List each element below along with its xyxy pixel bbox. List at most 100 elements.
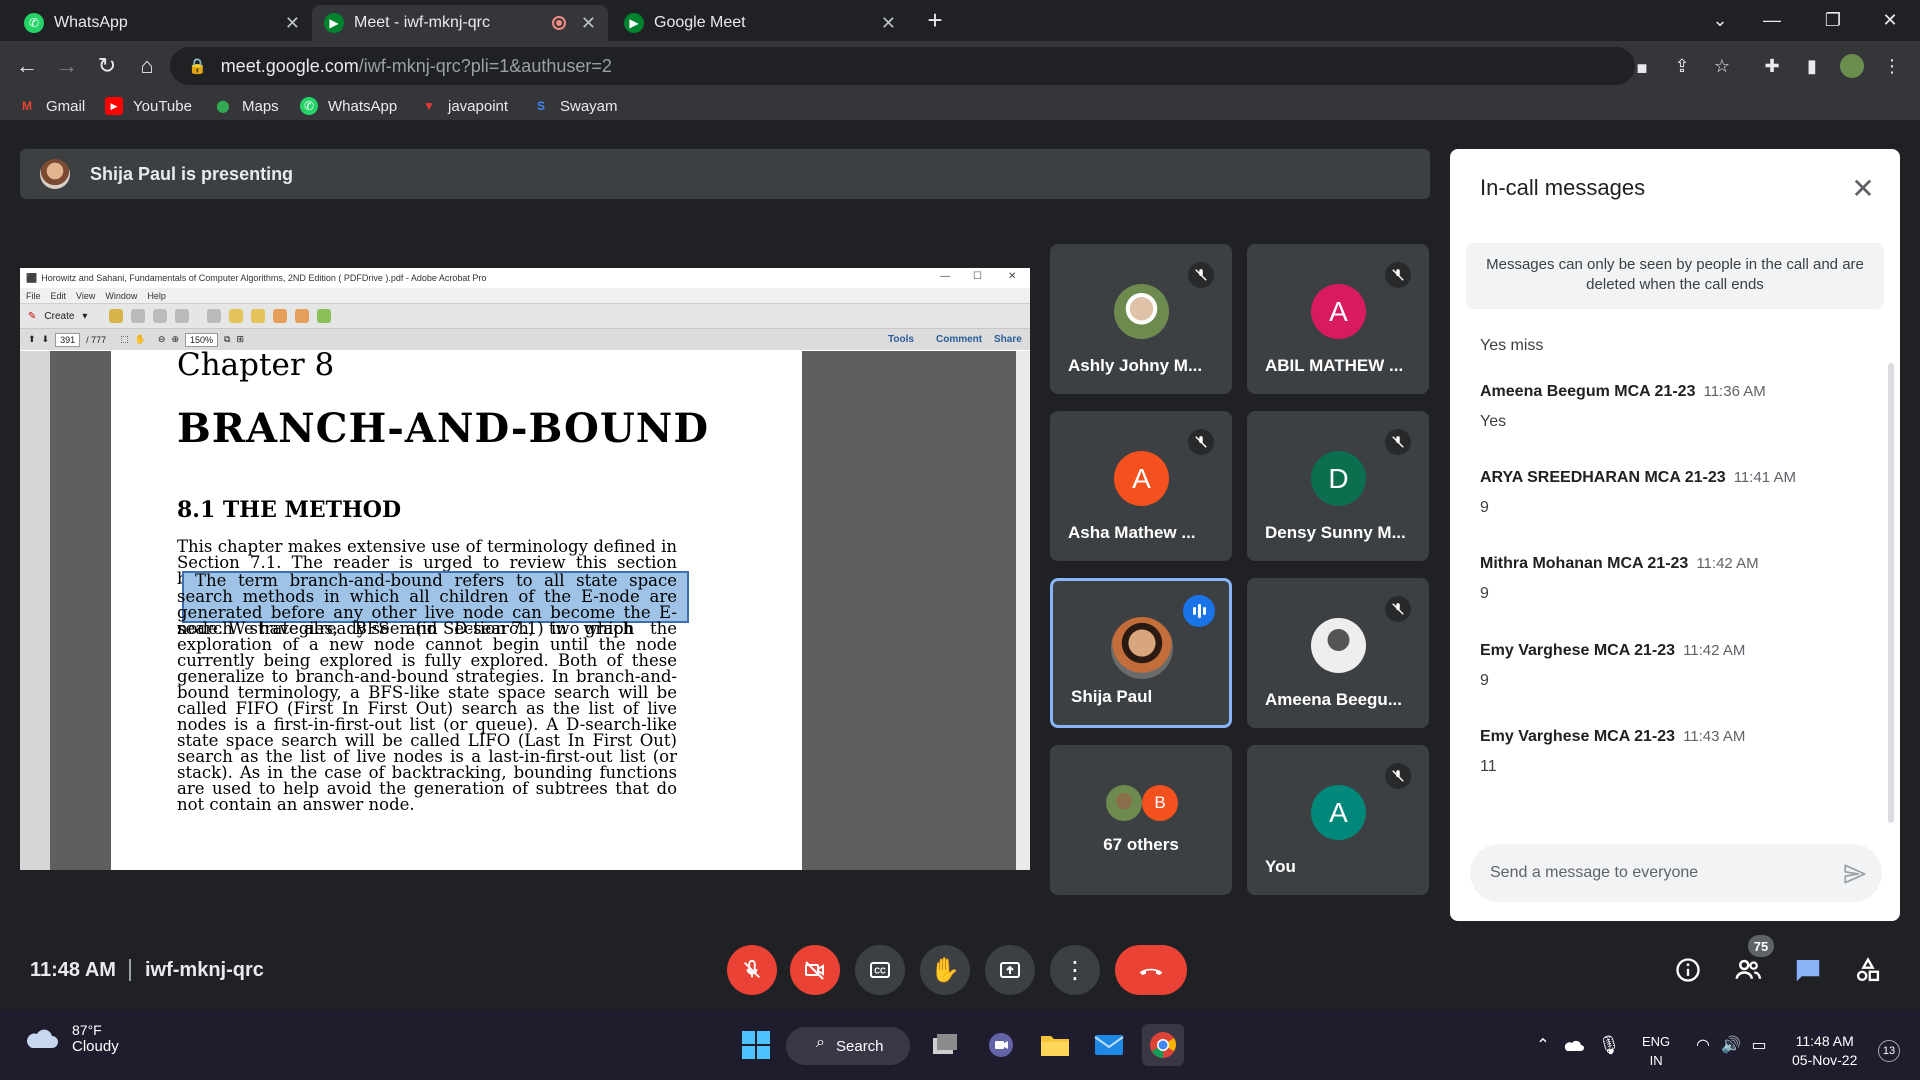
- address-bar[interactable]: 🔒 meet.google.com/iwf-mknj-qrc?pli=1&aut…: [170, 47, 1635, 85]
- forward-button[interactable]: →: [52, 51, 82, 81]
- mail-button[interactable]: [1088, 1024, 1130, 1066]
- stamp-icon: [251, 309, 266, 323]
- share-icon[interactable]: ⇪: [1670, 54, 1694, 78]
- next-page-icon: ⬇: [41, 334, 50, 344]
- participant-tile[interactable]: A Asha Mathew ...: [1050, 411, 1232, 561]
- self-tile[interactable]: A You: [1247, 745, 1429, 895]
- bookmark-youtube[interactable]: ▶ YouTube: [105, 95, 192, 117]
- close-icon[interactable]: ✕: [881, 13, 896, 34]
- profile-avatar[interactable]: [1840, 54, 1864, 78]
- tab-meet-active[interactable]: ▶ Meet - iwf-mknj-qrc ✕: [312, 5, 608, 41]
- maps-pin-icon: ⬤: [216, 99, 230, 113]
- chat-message-list[interactable]: Yes miss Ameena Beegum MCA 21-23 11:36 AM…: [1450, 317, 1888, 827]
- more-options-button[interactable]: ⋮: [1050, 945, 1100, 995]
- close-icon[interactable]: ✕: [285, 13, 300, 34]
- bookmark-swayam[interactable]: S Swayam: [532, 95, 618, 117]
- comment-link: Comment: [936, 334, 983, 345]
- message-time: 11:36 AM: [1703, 383, 1766, 400]
- chat-message: Ameena Beegum MCA 21-23 11:36 AM Yes: [1480, 383, 1880, 431]
- notification-count[interactable]: 13: [1878, 1040, 1900, 1062]
- chat-button[interactable]: [1788, 950, 1828, 990]
- message-sender: Ameena Beegum MCA 21-23: [1480, 383, 1696, 400]
- leave-call-button[interactable]: [1115, 945, 1187, 995]
- chat-message: Emy Varghese MCA 21-23 11:42 AM 9: [1480, 642, 1880, 690]
- pdf-scrollbar: [1016, 351, 1030, 870]
- shared-screen[interactable]: ⬛ Horowitz and Sahani, Fundamentals of C…: [20, 268, 1030, 870]
- task-view-icon: [933, 1034, 957, 1054]
- back-button[interactable]: ←: [12, 51, 42, 81]
- teams-chat-button[interactable]: [980, 1024, 1022, 1066]
- participant-tile[interactable]: Ameena Beegu...: [1247, 578, 1429, 728]
- participant-tile-speaking[interactable]: Shija Paul: [1050, 578, 1232, 728]
- raise-hand-button[interactable]: ✋: [920, 945, 970, 995]
- bookmark-star-icon[interactable]: ☆: [1710, 54, 1734, 78]
- url-host: meet.google.com: [220, 55, 359, 76]
- onedrive-icon[interactable]: [1560, 1024, 1586, 1066]
- volume-icon[interactable]: 🔊: [1718, 1024, 1744, 1066]
- fit-page-icon: ⧉: [224, 334, 231, 344]
- folder-icon: [1041, 1036, 1069, 1056]
- close-icon[interactable]: ✕: [581, 13, 596, 34]
- start-button[interactable]: [735, 1024, 777, 1066]
- captions-button[interactable]: CC: [855, 945, 905, 995]
- minimize-button[interactable]: —: [1752, 6, 1792, 34]
- camera-off-button[interactable]: [790, 945, 840, 995]
- browser-toolbar: ← → ↻ ⌂ 🔒 meet.google.com/iwf-mknj-qrc?p…: [0, 41, 1920, 91]
- language-indicator[interactable]: ENG IN: [1642, 1032, 1670, 1070]
- close-icon[interactable]: ✕: [1846, 171, 1880, 205]
- participant-tile-others[interactable]: B 67 others: [1050, 745, 1232, 895]
- presenting-text: Shija Paul is presenting: [90, 163, 294, 184]
- close-window-button[interactable]: ✕: [1870, 6, 1910, 34]
- restore-button[interactable]: ❐: [1813, 6, 1853, 34]
- side-panel-icon[interactable]: ▮: [1800, 54, 1824, 78]
- microphone-icon[interactable]: 🎙: [1596, 1024, 1622, 1066]
- message-sender: Mithra Mohanan MCA 21-23: [1480, 555, 1689, 572]
- bookmark-whatsapp[interactable]: ✆ WhatsApp: [300, 95, 397, 117]
- participant-name: You: [1265, 857, 1296, 876]
- chat-message-input[interactable]: Send a message to everyone: [1470, 844, 1882, 902]
- send-icon[interactable]: [1842, 861, 1868, 887]
- acrobat-title-bar: ⬛ Horowitz and Sahani, Fundamentals of C…: [20, 268, 1030, 288]
- activities-button[interactable]: [1848, 950, 1888, 990]
- bookmark-gmail[interactable]: M Gmail: [18, 95, 85, 117]
- tab-google-meet[interactable]: ▶ Google Meet ✕: [612, 5, 908, 41]
- windows-icon: [742, 1031, 770, 1059]
- weather-widget[interactable]: 87°F Cloudy: [24, 1022, 119, 1055]
- tab-whatsapp[interactable]: ✆ WhatsApp ✕: [12, 5, 312, 41]
- participant-tile[interactable]: Ashly Johny M...: [1050, 244, 1232, 394]
- message-time: 11:41 AM: [1733, 469, 1796, 486]
- reload-button[interactable]: ↻: [92, 51, 122, 81]
- message-text: 9: [1480, 585, 1489, 602]
- tab-search-icon[interactable]: ⌄: [1700, 6, 1740, 34]
- chrome-taskbar-button[interactable]: [1142, 1024, 1184, 1066]
- participant-tile[interactable]: A ABIL MATHEW ...: [1247, 244, 1429, 394]
- file-explorer-button[interactable]: [1034, 1024, 1076, 1066]
- taskbar-clock[interactable]: 11:48 AM 05-Nov-22: [1792, 1032, 1857, 1070]
- taskbar-search[interactable]: ⌕ Search: [786, 1027, 910, 1065]
- present-button[interactable]: [985, 945, 1035, 995]
- wifi-icon[interactable]: ◠: [1690, 1024, 1716, 1066]
- chevron-up-icon[interactable]: ⌃: [1530, 1024, 1556, 1066]
- menu-icon[interactable]: ⋮: [1880, 54, 1904, 78]
- meeting-details-button[interactable]: [1668, 950, 1708, 990]
- acrobat-nav-toolbar: ⬆ ⬇ 391 / 777 ⬚ ✋ ⊖ ⊕ 150% ⧉ ⊞ Tools Com…: [20, 328, 1030, 350]
- home-button[interactable]: ⌂: [132, 51, 162, 81]
- new-tab-button[interactable]: +: [915, 5, 955, 35]
- mic-off-button[interactable]: [727, 945, 777, 995]
- participant-avatar: A: [1311, 284, 1366, 339]
- battery-icon[interactable]: ▭: [1746, 1024, 1772, 1066]
- pdf-page: Chapter 8 BRANCH-AND-BOUND 8.1 THE METHO…: [111, 347, 802, 870]
- chat-scrollbar[interactable]: [1888, 363, 1894, 823]
- present-screen-icon: [1000, 962, 1020, 978]
- chat-title: In-call messages: [1480, 175, 1646, 200]
- browser-tab-strip: ✆ WhatsApp ✕ ▶ Meet - iwf-mknj-qrc ✕ ▶ G…: [0, 0, 1920, 41]
- fit-width-icon: ⊞: [236, 334, 244, 344]
- task-view-button[interactable]: [924, 1024, 966, 1066]
- bookmark-javapoint[interactable]: ▼ javapoint: [420, 95, 508, 117]
- mic-off-icon: [744, 959, 760, 978]
- extensions-icon[interactable]: ✚: [1760, 54, 1784, 78]
- participant-tile[interactable]: D Densy Sunny M...: [1247, 411, 1429, 561]
- language-code: ENG: [1642, 1034, 1671, 1049]
- camera-icon[interactable]: ■: [1630, 56, 1654, 80]
- bookmark-maps[interactable]: ⬤ Maps: [214, 95, 278, 117]
